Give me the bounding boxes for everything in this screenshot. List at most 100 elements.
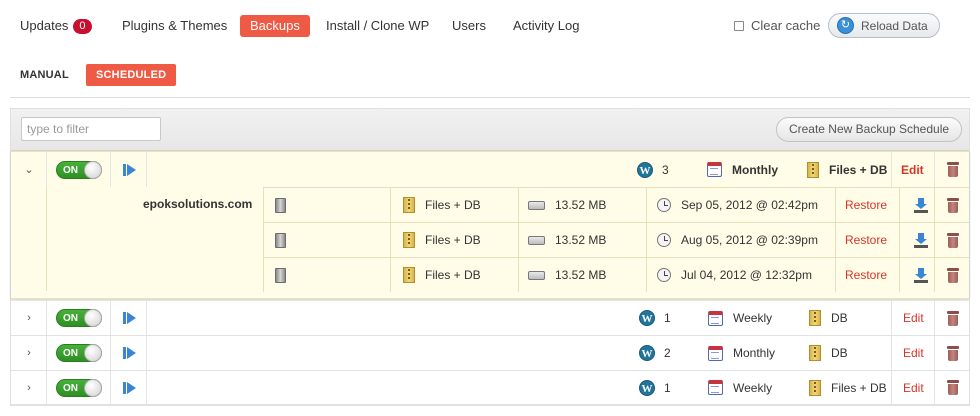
updates-count-badge: 0	[73, 19, 92, 34]
clock-icon	[657, 198, 671, 212]
nav-updates-label: Updates	[20, 18, 69, 33]
create-backup-schedule-button[interactable]: Create New Backup Schedule	[776, 117, 962, 142]
site-name: epoksolutions.com	[143, 197, 253, 211]
toggle-on-label: ON	[63, 382, 78, 394]
chevron-right-icon[interactable]: ›	[11, 301, 47, 335]
run-now-icon[interactable]	[123, 371, 137, 404]
download-icon	[914, 232, 928, 248]
schedules-panel: Create New Backup Schedule ⌄ ON W 3 Mont…	[10, 108, 970, 406]
sites-count: 3	[662, 162, 669, 177]
calendar-icon	[708, 345, 723, 361]
divider	[10, 97, 970, 98]
edit-schedule-link[interactable]: Edit	[903, 346, 924, 360]
delete-backup-button[interactable]	[947, 188, 959, 222]
schedule-row: › ON W2 Monthly DB Edit	[11, 336, 969, 371]
wordpress-icon: W	[639, 379, 655, 396]
clock-icon	[657, 233, 671, 247]
calendar-icon	[707, 162, 722, 177]
filter-input[interactable]	[21, 117, 161, 141]
backup-size: 13.52 MB	[555, 268, 607, 282]
archive-icon	[403, 197, 415, 213]
backup-date: Jul 04, 2012 @ 12:32pm	[681, 268, 812, 282]
schedule-toggle[interactable]: ON	[56, 152, 102, 187]
schedule-frequency: Monthly	[733, 346, 776, 360]
run-now-icon[interactable]	[123, 301, 137, 335]
edit-schedule-link[interactable]: Edit	[903, 311, 924, 325]
nav-users[interactable]: Users	[452, 15, 486, 37]
wordpress-icon: W	[639, 310, 655, 326]
tab-manual[interactable]: MANUAL	[20, 64, 69, 86]
delete-schedule-button[interactable]	[947, 152, 959, 187]
server-icon	[275, 197, 286, 213]
backup-row: Files + DB 13.52 MB Aug 05, 2012 @ 02:39…	[263, 222, 969, 257]
backup-type: Files + DB	[425, 268, 481, 282]
delete-backup-button[interactable]	[947, 223, 959, 257]
calendar-icon	[708, 380, 723, 395]
server-icon	[275, 267, 286, 283]
calendar-icon	[708, 310, 723, 326]
download-backup-button[interactable]	[914, 258, 928, 292]
chevron-right-icon[interactable]: ›	[11, 336, 47, 370]
run-now-icon[interactable]	[123, 336, 137, 370]
archive-icon	[809, 379, 821, 396]
disk-icon	[528, 270, 545, 280]
nav-backups[interactable]: Backups	[240, 15, 310, 37]
wordpress-icon: W	[637, 161, 653, 178]
trash-icon	[947, 197, 959, 213]
schedule-toggle[interactable]: ON	[56, 301, 102, 335]
disk-icon	[528, 200, 545, 210]
nav-plugins-themes[interactable]: Plugins & Themes	[122, 15, 227, 37]
sites-count: 1	[664, 311, 671, 325]
backup-mode-tabs: MANUAL SCHEDULED	[0, 64, 980, 88]
clock-icon	[657, 268, 671, 282]
wordpress-icon: W	[639, 345, 655, 361]
disk-icon	[528, 235, 545, 245]
chevron-down-icon[interactable]: ⌄	[11, 152, 47, 187]
refresh-icon: ↻	[837, 17, 854, 34]
backup-type: Files + DB	[425, 198, 481, 212]
download-backup-button[interactable]	[914, 188, 928, 222]
top-nav: Updates 0 Plugins & Themes Backups Instal…	[0, 0, 980, 50]
archive-icon	[809, 310, 821, 326]
expanded-schedule: ⌄ ON W 3 Monthly Files + DB Edit epoksol…	[11, 151, 969, 299]
server-icon	[275, 232, 286, 248]
backup-row: Files + DB 13.52 MB Jul 04, 2012 @ 12:32…	[263, 257, 969, 292]
backup-size: 13.52 MB	[555, 198, 607, 212]
reload-data-button[interactable]: ↻ Reload Data	[828, 13, 940, 38]
edit-schedule-link[interactable]: Edit	[901, 163, 924, 177]
trash-icon	[947, 310, 959, 326]
delete-schedule-button[interactable]	[947, 336, 959, 370]
backup-type: Files + DB	[831, 380, 887, 395]
trash-icon	[947, 380, 959, 395]
schedule-frequency: Weekly	[733, 311, 773, 325]
backup-type: Files + DB	[425, 233, 481, 247]
tab-scheduled[interactable]: SCHEDULED	[86, 64, 177, 86]
delete-schedule-button[interactable]	[947, 301, 959, 335]
nav-activity-log[interactable]: Activity Log	[513, 15, 579, 37]
nav-updates[interactable]: Updates 0	[20, 15, 92, 37]
delete-backup-button[interactable]	[947, 258, 959, 292]
schedule-frequency: Monthly	[732, 162, 778, 177]
schedule-frequency: Weekly	[733, 380, 773, 395]
toggle-on-label: ON	[63, 164, 78, 176]
toggle-on-label: ON	[63, 313, 78, 324]
restore-link[interactable]: Restore	[845, 233, 887, 247]
edit-schedule-link[interactable]: Edit	[903, 381, 924, 395]
restore-link[interactable]: Restore	[845, 198, 887, 212]
clear-cache-toggle[interactable]: Clear cache	[734, 18, 820, 33]
schedule-toggle[interactable]: ON	[56, 336, 102, 370]
clear-cache-checkbox[interactable]	[734, 20, 744, 31]
chevron-right-icon[interactable]: ›	[11, 371, 47, 404]
nav-install-clone[interactable]: Install / Clone WP	[326, 15, 429, 37]
schedule-toggle[interactable]: ON	[56, 371, 102, 404]
run-now-icon[interactable]	[123, 152, 137, 187]
toggle-on-label: ON	[63, 348, 78, 359]
download-backup-button[interactable]	[914, 223, 928, 257]
archive-icon	[809, 345, 821, 361]
sites-count: 2	[664, 346, 671, 360]
filter-bar: Create New Backup Schedule	[11, 109, 969, 151]
trash-icon	[947, 345, 959, 361]
backup-type: Files + DB	[829, 162, 888, 177]
restore-link[interactable]: Restore	[845, 268, 887, 282]
delete-schedule-button[interactable]	[947, 371, 959, 404]
